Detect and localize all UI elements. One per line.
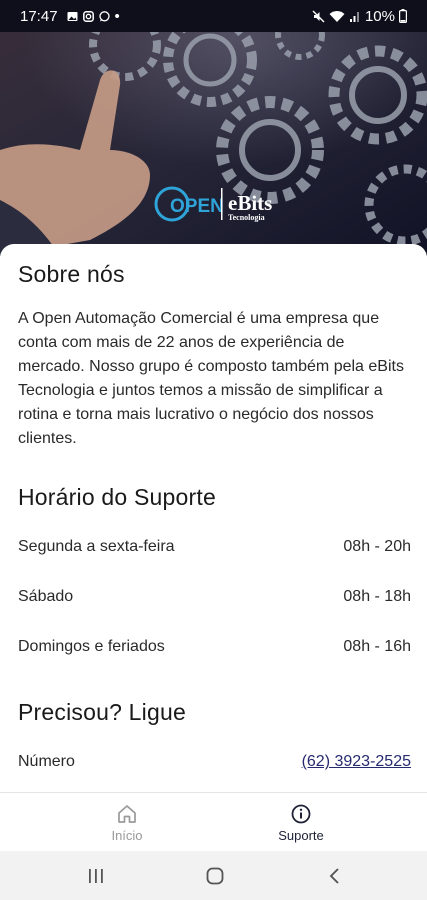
- nav-suporte-label: Suporte: [278, 827, 324, 843]
- hours-day: Segunda a sexta-feira: [18, 538, 175, 555]
- info-icon: [291, 804, 311, 823]
- content-card: Sobre nós A Open Automação Comercial é u…: [0, 244, 427, 804]
- hours-day: Sábado: [18, 588, 74, 605]
- logo-open: OPEN: [170, 196, 224, 217]
- battery-text: 10%: [364, 7, 395, 25]
- instagram-icon: [82, 10, 94, 22]
- hours-range: 08h - 18h: [343, 588, 411, 605]
- nav-inicio-label: Início: [111, 827, 143, 843]
- back-icon: [329, 867, 339, 884]
- status-dot: •: [114, 7, 120, 25]
- status-time: 17:47: [20, 7, 58, 25]
- bottom-navigation: Início Suporte: [0, 792, 427, 852]
- home-circle-icon: [206, 867, 224, 884]
- recents-button[interactable]: [66, 851, 126, 900]
- mute-icon: [312, 10, 325, 22]
- phone-row: Número (62) 3923-2525: [18, 753, 411, 771]
- battery-icon: [399, 9, 407, 23]
- phone-link[interactable]: (62) 3923-2525: [302, 753, 411, 771]
- back-button[interactable]: [305, 851, 365, 900]
- nav-suporte[interactable]: Suporte: [231, 793, 371, 852]
- hours-day: Domingos e feriados: [18, 638, 165, 655]
- signal-icon: [349, 11, 359, 22]
- logo-ebits-sub: Tecnologia: [228, 213, 265, 222]
- logo-ebits: eBits: [228, 191, 272, 215]
- support-hours-title: Horário do Suporte: [18, 484, 216, 510]
- hours-range: 08h - 16h: [343, 638, 411, 655]
- call-title: Precisou? Ligue: [18, 699, 186, 725]
- system-navigation-bar: [0, 851, 427, 900]
- recents-icon: [89, 868, 103, 883]
- about-text: A Open Automação Comercial é uma empresa…: [18, 310, 404, 447]
- phone-label: Número: [18, 753, 75, 770]
- hours-range: 08h - 20h: [343, 538, 411, 555]
- home-button[interactable]: [185, 851, 245, 900]
- hero-illustration: OPEN eBits Tecnologia: [0, 0, 427, 256]
- image-icon: [67, 11, 78, 21]
- about-title: Sobre nós: [18, 261, 125, 287]
- hero-banner: OPEN eBits Tecnologia: [0, 0, 427, 256]
- hours-row: Domingos e feriados 08h - 16h: [18, 638, 411, 656]
- whatsapp-icon: [98, 10, 110, 21]
- status-bar: 17:47 • 10%: [0, 0, 427, 32]
- wifi-icon: [329, 10, 345, 22]
- home-icon: [118, 804, 136, 823]
- hours-row: Sábado 08h - 18h: [18, 588, 411, 606]
- hours-row: Segunda a sexta-feira 08h - 20h: [18, 538, 411, 556]
- nav-inicio[interactable]: Início: [57, 793, 197, 852]
